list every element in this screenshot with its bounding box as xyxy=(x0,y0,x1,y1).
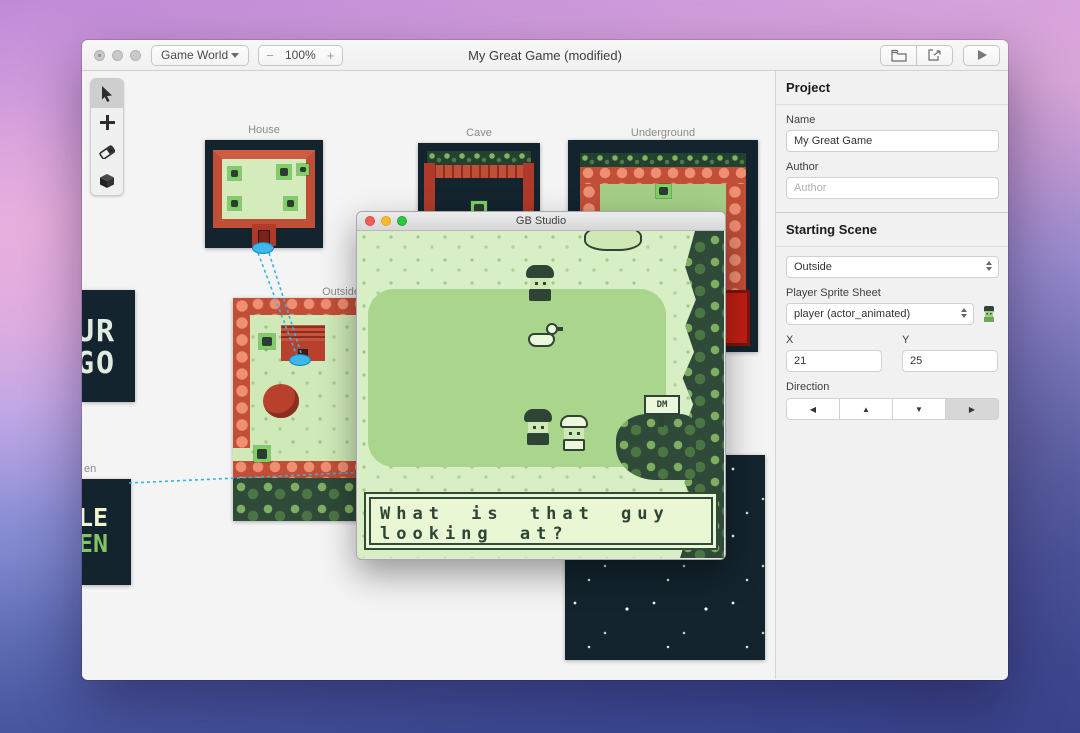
player-sprite xyxy=(526,265,554,301)
actor-cat[interactable] xyxy=(259,334,275,349)
scene-type-label: Game World xyxy=(161,48,229,62)
direction-right-button[interactable]: ▶ xyxy=(945,398,999,420)
scene-label-cave[interactable]: Cave xyxy=(418,127,540,139)
y-input[interactable] xyxy=(902,350,998,372)
scene-title-screen[interactable]: LE EN xyxy=(82,479,131,585)
scene-label-outside[interactable]: Outside xyxy=(278,286,360,298)
title-text-line1: LE xyxy=(82,503,109,532)
zoom-in-button[interactable]: + xyxy=(320,48,342,63)
chevron-down-icon xyxy=(231,52,239,58)
zoom-level: 100% xyxy=(285,48,316,62)
direction-down-button[interactable]: ▼ xyxy=(892,398,946,420)
dialogue-line-2: looking at? xyxy=(380,524,569,544)
author-label: Author xyxy=(786,161,819,173)
collisions-cube-icon xyxy=(100,173,114,188)
name-label: Name xyxy=(786,114,816,126)
eraser-icon xyxy=(99,144,115,159)
select-tool[interactable] xyxy=(91,79,123,108)
actor-item[interactable] xyxy=(297,164,309,175)
trigger-outside-door[interactable] xyxy=(289,354,311,366)
trigger-house-door[interactable] xyxy=(252,242,274,254)
sign-sprite: DM xyxy=(644,395,680,427)
close-button[interactable] xyxy=(365,216,375,226)
bush[interactable] xyxy=(263,384,299,418)
direction-label: Direction xyxy=(786,381,830,393)
eraser-tool[interactable] xyxy=(91,137,123,166)
dialogue-line-1: What is that guy xyxy=(380,504,670,524)
direction-button-group: ◀ ▲ ▼ ▶ xyxy=(786,398,999,420)
add-tool[interactable] xyxy=(91,108,123,137)
player-sprite-label: Player Sprite Sheet xyxy=(786,287,881,299)
scene-label-house[interactable]: House xyxy=(205,124,323,136)
run-game-button[interactable] xyxy=(963,44,1000,66)
open-folder-button[interactable] xyxy=(880,44,917,66)
player-sprite-select[interactable]: player (actor_animated) xyxy=(786,303,974,325)
project-heading: Project xyxy=(776,71,1008,105)
actor-sign[interactable] xyxy=(228,197,241,210)
scene-type-dropdown[interactable]: Game World xyxy=(151,44,249,66)
select-updown-icon xyxy=(986,261,992,271)
starting-scene-heading: Starting Scene xyxy=(776,213,1008,247)
starting-scene-value: Outside xyxy=(794,261,832,273)
logo-text-line2: GO xyxy=(82,345,117,381)
window-controls xyxy=(94,49,141,61)
play-icon xyxy=(977,50,987,60)
app-window: Game World − 100% + My Great Game (modif… xyxy=(82,40,1008,680)
scene-logo[interactable]: UR GO xyxy=(82,290,135,402)
y-label: Y xyxy=(902,334,910,346)
x-label: X xyxy=(786,334,794,346)
scene-label-underground[interactable]: Underground xyxy=(568,127,758,139)
logo-text-line1: UR xyxy=(82,314,117,349)
scene-label-title-fragment[interactable]: en xyxy=(84,463,96,475)
direction-left-button[interactable]: ◀ xyxy=(786,398,840,420)
actor-npc[interactable] xyxy=(277,165,291,179)
export-icon xyxy=(928,49,941,61)
world-canvas[interactable]: House Cave Underground UR GO en LE EN Ou… xyxy=(82,71,775,679)
npc-girl-sprite xyxy=(560,415,588,451)
minimize-button[interactable] xyxy=(112,49,123,61)
zoom-out-button[interactable]: − xyxy=(259,48,281,63)
duck-sprite xyxy=(528,323,563,347)
select-cursor-icon xyxy=(102,85,112,102)
author-input[interactable] xyxy=(786,177,999,199)
close-button[interactable] xyxy=(94,49,105,61)
title-text-line2: EN xyxy=(82,529,109,559)
project-sidebar: Project Name Author Starting Scene Outsi… xyxy=(775,71,1008,679)
direction-up-button[interactable]: ▲ xyxy=(839,398,893,420)
desktop-wallpaper: Game World − 100% + My Great Game (modif… xyxy=(0,0,1080,733)
toolbar-right-buttons xyxy=(880,44,1000,66)
actor-sign[interactable] xyxy=(228,167,241,180)
starting-scene-select[interactable]: Outside xyxy=(786,256,999,278)
app-toolbar: Game World − 100% + My Great Game (modif… xyxy=(82,40,1008,71)
player-sprite-preview-icon xyxy=(980,305,998,323)
tool-palette xyxy=(90,78,124,196)
game-window-titlebar[interactable]: GB Studio xyxy=(357,212,725,231)
actor-underground[interactable] xyxy=(656,184,671,198)
minimize-button[interactable] xyxy=(381,216,391,226)
game-screen: DM What is that guy looking at? xyxy=(358,231,724,558)
select-updown-icon xyxy=(961,308,967,318)
collisions-tool[interactable] xyxy=(91,166,123,195)
dialogue-box: What is that guy looking at? xyxy=(364,492,718,550)
sign-text: DM xyxy=(644,395,680,415)
player-sprite-value: player (actor_animated) xyxy=(794,308,911,320)
scene-house[interactable] xyxy=(205,140,323,248)
x-input[interactable] xyxy=(786,350,882,372)
actor-sign[interactable] xyxy=(284,197,297,210)
project-name-input[interactable] xyxy=(786,130,999,152)
zoom-window-button[interactable] xyxy=(130,49,141,61)
export-button[interactable] xyxy=(916,44,953,66)
game-preview-window[interactable]: GB Studio DM What is that guy looking at… xyxy=(356,211,726,560)
game-window-title: GB Studio xyxy=(515,215,567,227)
zoom-window-button[interactable] xyxy=(397,216,407,226)
add-icon xyxy=(99,115,115,130)
zoom-control: − 100% + xyxy=(258,44,343,66)
npc-guy-sprite xyxy=(524,409,552,445)
game-window-controls xyxy=(365,216,407,226)
folder-icon xyxy=(890,49,907,62)
player-start-position[interactable] xyxy=(254,446,270,462)
rock xyxy=(584,231,642,251)
